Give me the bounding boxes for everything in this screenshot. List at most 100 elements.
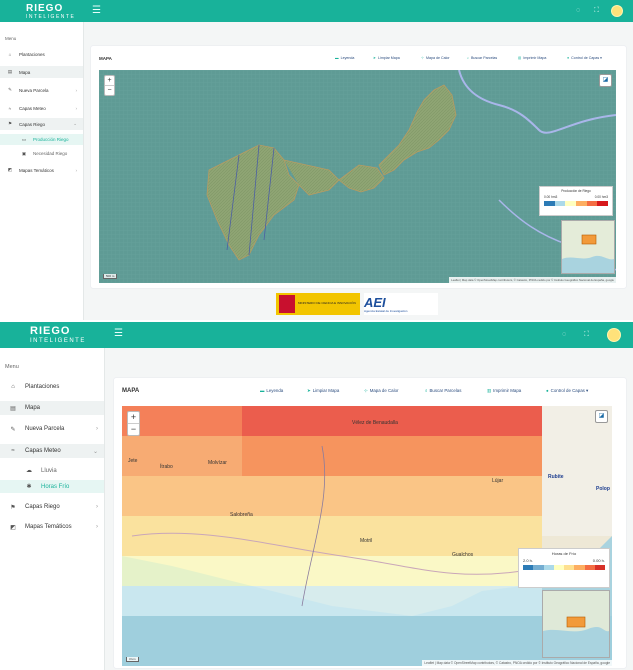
sidebar-item-mapa[interactable]: ▤ Mapa bbox=[0, 66, 83, 78]
search-parcels-button[interactable]: ⌕ Buscar Parcelas bbox=[467, 56, 497, 60]
clear-map-button[interactable]: ➤ Limpiar Mapa bbox=[307, 388, 339, 394]
menu-caption: Menu bbox=[5, 364, 19, 370]
aei-mark: AEI bbox=[364, 294, 386, 310]
legend-title: Producción de Riego bbox=[561, 189, 591, 193]
funders-logos: MINISTERIO DE CIENCIA E INNOVACIÓN AEI A… bbox=[276, 291, 441, 317]
weather-icon: ≈ bbox=[11, 448, 15, 454]
legend-button[interactable]: ▬ Leyenda bbox=[260, 388, 283, 393]
sidebar-item-nueva-parcela[interactable]: ✎ Nueva Parcela › bbox=[0, 84, 83, 96]
ministry-name: MINISTERIO DE CIENCIA E INNOVACIÓN bbox=[298, 301, 356, 306]
menu-caption: Menu bbox=[5, 36, 17, 41]
sidebar-item-mapas-tematicos[interactable]: ◩ Mapas Temáticos › bbox=[0, 520, 104, 534]
zoom-out-button[interactable]: − bbox=[128, 424, 139, 435]
search-parcels-button-label: Buscar Parcelas bbox=[471, 56, 498, 60]
print-map-button[interactable]: ▥ Imprimir Mapa bbox=[487, 388, 521, 394]
notification-icon[interactable]: ◌ bbox=[576, 7, 580, 14]
sidebar-item-produccion-riego[interactable]: ▭ Producción Riego bbox=[0, 134, 83, 145]
place-label: Salobreña bbox=[230, 512, 253, 518]
grid-icon: ◩ bbox=[7, 167, 13, 172]
legend-swatch bbox=[523, 565, 534, 570]
sidebar-item-nueva-parcela[interactable]: ✎ Nueva Parcela › bbox=[0, 422, 104, 436]
chevron-right-icon: › bbox=[96, 524, 98, 530]
brand-title: RIEGO bbox=[30, 325, 71, 337]
clear-map-button-label: Limpiar Mapa bbox=[378, 56, 400, 60]
sidebar-item-plantaciones[interactable]: ⌂ Plantaciones bbox=[0, 380, 104, 394]
legend-color-bar bbox=[544, 201, 609, 206]
sidebar-item-capas-riego[interactable]: ⚑ Capas Riego › bbox=[0, 500, 104, 514]
sidebar-item-mapa[interactable]: ▤ Mapa bbox=[0, 401, 104, 415]
place-label: Molvízar bbox=[208, 460, 227, 466]
sidebar-item-label: Mapa bbox=[25, 405, 41, 411]
map-legend: Producción de Riego 0.00 hm3 0.00 hm3 bbox=[539, 186, 613, 216]
layer-control-button[interactable]: ● Control de Capas ▾ bbox=[567, 56, 602, 60]
home-icon: ⌂ bbox=[11, 384, 15, 390]
sidebar-item-mapas-tematicos[interactable]: ◩ Mapas Temáticos › bbox=[0, 164, 83, 176]
fullscreen-icon[interactable]: ⛶ bbox=[594, 7, 599, 15]
map-canvas[interactable]: Vélez de Benaudalla Jete Ítrabo Molvízar… bbox=[122, 406, 612, 666]
sidebar-item-label: Nueva Parcela bbox=[19, 87, 49, 93]
sidebar-item-plantaciones[interactable]: ⌂ Plantaciones bbox=[0, 48, 83, 60]
place-label: Gualchos bbox=[452, 552, 474, 558]
brand-title: RIEGO bbox=[26, 3, 64, 14]
zoom-in-button[interactable]: + bbox=[128, 412, 139, 424]
sidebar-item-label: Capas Meteo bbox=[25, 448, 61, 454]
brand-logo[interactable]: RIEGO INTELIGENTE bbox=[30, 325, 86, 345]
chevron-right-icon: › bbox=[75, 167, 78, 173]
chevron-right-icon: › bbox=[96, 504, 98, 510]
heatmap-button[interactable]: ⊹ Mapa de Calor bbox=[364, 388, 399, 394]
clear-map-button[interactable]: ➤ Limpiar Mapa bbox=[373, 56, 400, 60]
screenshot-produccion-riego: RIEGO INTELIGENTE ☰ ◌ ⛶ Menu ⌂ Plantacion… bbox=[0, 0, 633, 320]
notification-icon[interactable]: ◌ bbox=[562, 331, 566, 338]
sidebar-item-lluvia[interactable]: ☁ Lluvia bbox=[0, 464, 104, 477]
zoom-in-button[interactable]: + bbox=[105, 76, 114, 86]
hamburger-menu-icon[interactable]: ☰ bbox=[92, 5, 101, 16]
legend-button[interactable]: ▬ Leyenda bbox=[335, 56, 354, 60]
layers-icon[interactable]: ◪ bbox=[595, 410, 608, 423]
zoom-out-button[interactable]: − bbox=[105, 86, 114, 95]
clear-map-button-label: Limpiar Mapa bbox=[312, 388, 340, 393]
sidebar-item-capas-meteo[interactable]: ≈ Capas Meteo ⌄ bbox=[0, 444, 104, 458]
print-map-button-label: Imprimir Mapa bbox=[523, 56, 547, 60]
layers-icon[interactable]: ◪ bbox=[599, 74, 612, 87]
legend-title: Horas de Frío bbox=[551, 551, 577, 556]
minimap[interactable] bbox=[561, 220, 615, 274]
coat-of-arms-icon bbox=[279, 295, 295, 313]
minimap[interactable] bbox=[542, 590, 610, 658]
legend-swatch bbox=[564, 565, 575, 570]
map-canvas[interactable]: + − ◪ Producción de Riego 0.00 hm3 0.00 h… bbox=[99, 70, 616, 283]
fullscreen-icon[interactable]: ⛶ bbox=[584, 331, 589, 339]
sidebar-item-capas-meteo[interactable]: ≈ Capas Meteo › bbox=[0, 102, 83, 114]
search-parcels-button-label: Buscar Parcelas bbox=[429, 388, 462, 393]
print-map-button[interactable]: ▥ Imprimir Mapa bbox=[518, 56, 546, 60]
heatmap-button-label: Mapa de Calor bbox=[426, 56, 450, 60]
brand-subtitle: INTELIGENTE bbox=[30, 338, 86, 344]
hamburger-menu-icon[interactable]: ☰ bbox=[114, 328, 123, 339]
layer-control-button-label: Control de Capas bbox=[571, 56, 600, 60]
legend-swatch bbox=[554, 201, 566, 206]
heatmap-button[interactable]: ⊹ Mapa de Calor bbox=[421, 56, 450, 60]
brand-subtitle: INTELIGENTE bbox=[26, 14, 76, 20]
search-parcels-button[interactable]: ⌕ Buscar Parcelas bbox=[425, 388, 461, 393]
chevron-right-icon: › bbox=[96, 426, 98, 432]
brand-logo[interactable]: RIEGO INTELIGENTE bbox=[26, 4, 75, 20]
lightbulb-icon[interactable] bbox=[612, 6, 622, 16]
layer-control-button[interactable]: ● Control de Capas ▾ bbox=[546, 388, 588, 394]
sidebar-item-necesidad-riego[interactable]: ▣ Necesidad Riego bbox=[0, 148, 83, 159]
sidebar-item-label: Mapas Temáticos bbox=[19, 167, 54, 173]
sidebar-item-horas-frio[interactable]: ✱ Horas Frío bbox=[0, 480, 104, 493]
sidebar-item-label: Producción Riego bbox=[33, 137, 69, 142]
legend-icon: ▬ bbox=[260, 388, 265, 393]
lightbulb-icon[interactable] bbox=[608, 329, 620, 341]
sidebar-item-label: Horas Frío bbox=[41, 483, 70, 490]
legend-button-label: Leyenda bbox=[340, 56, 355, 60]
sidebar-item-label: Mapa bbox=[19, 69, 31, 75]
sidebar-item-capas-riego[interactable]: ⚑ Capas Riego ⌄ bbox=[0, 118, 83, 130]
sidebar-item-label: Necesidad Riego bbox=[33, 151, 68, 156]
snow-icon: ✱ bbox=[26, 484, 32, 490]
chart-icon: ▭ bbox=[21, 136, 27, 142]
irrigation-icon: ⚑ bbox=[7, 121, 13, 126]
legend-swatch bbox=[543, 565, 554, 570]
sidebar-item-label: Nueva Parcela bbox=[25, 426, 65, 432]
legend-button-label: Leyenda bbox=[266, 388, 284, 393]
legend-swatch bbox=[533, 565, 544, 570]
